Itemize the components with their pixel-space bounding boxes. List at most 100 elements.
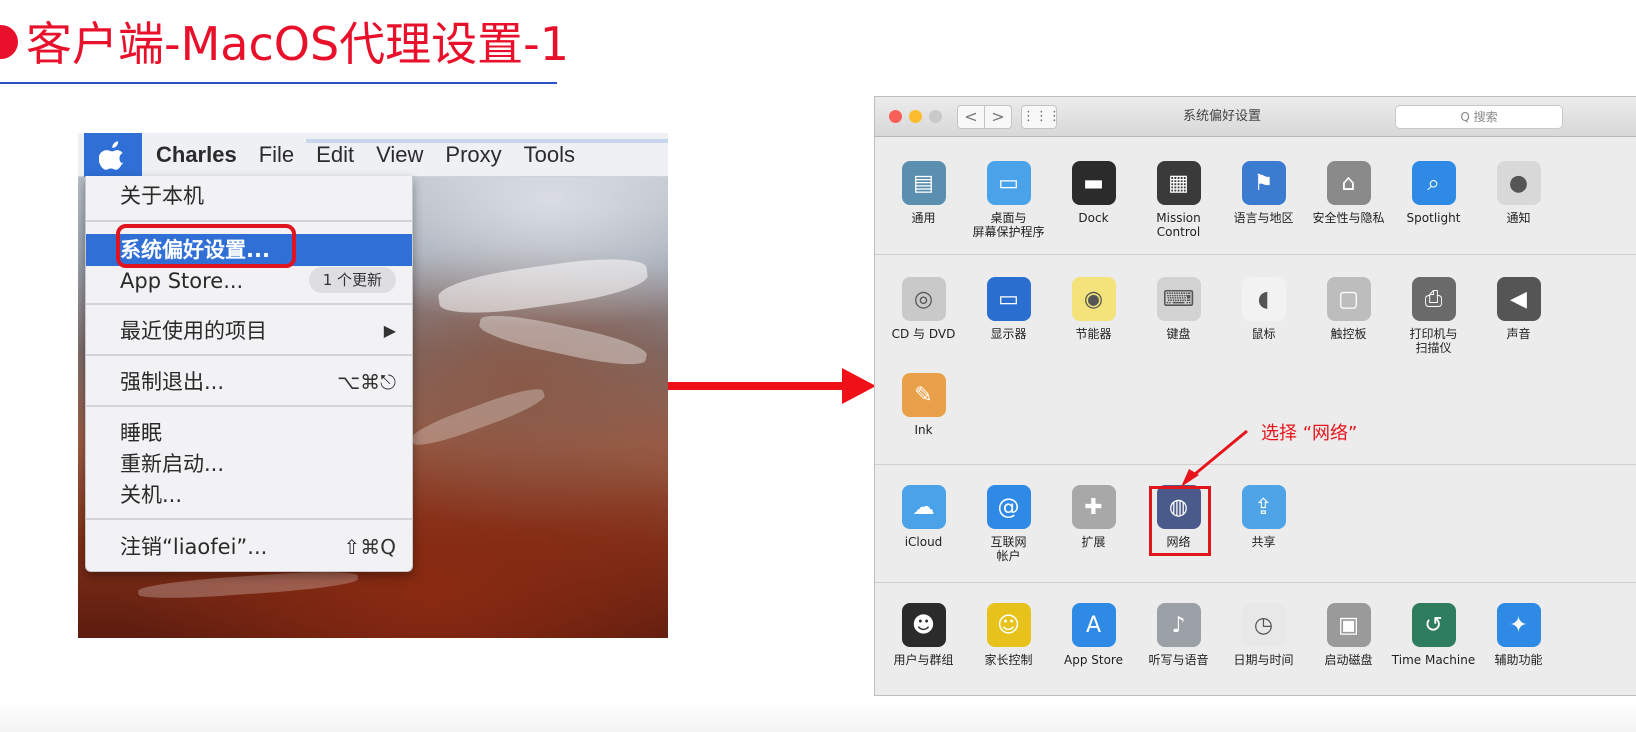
pref-pane-accessibility[interactable]: ✦ 辅助功能: [1476, 603, 1561, 667]
ink-icon: ✎: [901, 373, 946, 417]
icloud-icon: ☁: [901, 485, 946, 529]
pref-pane-users[interactable]: ☻ 用户与群组: [881, 603, 966, 667]
slide: 客户端-MacOS代理设置-1 Charles File Edit View P…: [0, 0, 1636, 732]
slide-title: 客户端-MacOS代理设置-1: [26, 17, 570, 71]
menu-item-recent[interactable]: 最近使用的项目 ▶: [86, 315, 412, 347]
pref-pane-mouse[interactable]: ◖ 鼠标: [1221, 277, 1306, 341]
menu-bar: Charles File Edit View Proxy Tools: [78, 133, 668, 177]
pref-pane-label: iCloud: [904, 535, 943, 549]
pref-pane-time-machine[interactable]: ↺ Time Machine: [1391, 603, 1476, 667]
pref-pane-appstore[interactable]: A App Store: [1051, 603, 1136, 667]
prefs-section-system: ☻ 用户与群组 ☺ 家长控制 A App Store ♪ 听写与语音 ◷ 日期与时间 ▣ 启动磁盘 ↺ T…: [875, 583, 1636, 695]
pref-pane-internet-accounts[interactable]: @ 互联网 帐户: [966, 485, 1051, 563]
flow-arrow-line: [668, 382, 846, 390]
pref-pane-label: 触控板: [1330, 327, 1367, 341]
display-icon: ▭: [986, 277, 1031, 321]
menu-item-recent-label: 最近使用的项目: [120, 319, 267, 343]
security-icon: ⌂: [1326, 161, 1371, 205]
pref-pane-label: 互联网 帐户: [990, 535, 1027, 563]
pref-pane-label: Spotlight: [1406, 211, 1461, 225]
cd-icon: ◎: [901, 277, 946, 321]
pref-pane-sound[interactable]: ◀ 声音: [1476, 277, 1561, 341]
pref-pane-mission-control[interactable]: ▦ Mission Control: [1136, 161, 1221, 239]
prefs-section-personal: ▤ 通用 ▭ 桌面与 屏幕保护程序 ▬ Dock ▦ Mission Control ⚑ 语言与地…: [875, 137, 1636, 255]
pref-pane-label: Mission Control: [1156, 211, 1201, 239]
force-quit-shortcut: ⌥⌘⎋: [337, 370, 396, 394]
search-input[interactable]: Q 搜索: [1395, 105, 1563, 129]
pref-pane-label: 键盘: [1166, 327, 1191, 341]
menu-separator: [86, 354, 412, 356]
pref-pane-startup-disk[interactable]: ▣ 启动磁盘: [1306, 603, 1391, 667]
menu-item-logout-label: 注销“liaofei”...: [120, 535, 268, 559]
pref-pane-language[interactable]: ⚑ 语言与地区: [1221, 161, 1306, 225]
highlight-ring: [116, 224, 296, 268]
energy-icon: ◉: [1071, 277, 1116, 321]
pref-pane-label: 安全性与隐私: [1312, 211, 1385, 225]
pref-pane-label: 鼠标: [1251, 327, 1276, 341]
menu-file[interactable]: File: [259, 142, 294, 168]
pref-pane-general[interactable]: ▤ 通用: [881, 161, 966, 225]
pref-pane-label: App Store: [1064, 653, 1123, 667]
pref-pane-label: 扩展: [1081, 535, 1106, 549]
apple-menu-button[interactable]: [84, 133, 142, 177]
dock-icon: ▬: [1071, 161, 1116, 205]
menu-item-shutdown[interactable]: 关机...: [86, 479, 412, 511]
menu-item-logout[interactable]: 注销“liaofei”... ⇧⌘Q: [86, 531, 412, 563]
pref-pane-extensions[interactable]: ✚ 扩展: [1051, 485, 1136, 549]
menu-item-restart[interactable]: 重新启动...: [86, 448, 412, 480]
pref-pane-label: 通知: [1506, 211, 1531, 225]
pref-pane-spotlight[interactable]: ⌕ Spotlight: [1391, 161, 1476, 225]
mission-control-icon: ▦: [1156, 161, 1201, 205]
pref-pane-icloud[interactable]: ☁ iCloud: [881, 485, 966, 549]
pref-pane-cd[interactable]: ◎ CD 与 DVD: [881, 277, 966, 341]
apple-menu-screenshot: Charles File Edit View Proxy Tools 关于本机 …: [78, 133, 668, 638]
menu-view[interactable]: View: [376, 142, 423, 168]
pref-pane-trackpad[interactable]: ▢ 触控板: [1306, 277, 1391, 341]
pref-pane-energy[interactable]: ◉ 节能器: [1051, 277, 1136, 341]
pref-pane-parental[interactable]: ☺ 家长控制: [966, 603, 1051, 667]
pref-pane-dock[interactable]: ▬ Dock: [1051, 161, 1136, 225]
pref-pane-ink[interactable]: ✎ Ink: [881, 373, 966, 437]
menu-item-force-quit[interactable]: 强制退出... ⌥⌘⎋: [86, 366, 412, 398]
wallpaper-snow: [408, 382, 548, 452]
menu-edit[interactable]: Edit: [316, 142, 354, 168]
pref-pane-label: 家长控制: [984, 653, 1033, 667]
network-highlight-box: [1149, 486, 1211, 556]
extensions-icon: ✚: [1071, 485, 1116, 529]
pref-pane-keyboard[interactable]: ⌨ 键盘: [1136, 277, 1221, 341]
desktop-icon: ▭: [986, 161, 1031, 205]
pref-pane-dictation[interactable]: ♪ 听写与语音: [1136, 603, 1221, 667]
keyboard-icon: ⌨: [1156, 277, 1201, 321]
menu-proxy[interactable]: Proxy: [445, 142, 501, 168]
pref-pane-label: 用户与群组: [893, 653, 954, 667]
printer-icon: ⎙: [1411, 277, 1456, 321]
menu-item-sleep[interactable]: 睡眠: [86, 417, 412, 449]
pref-pane-display[interactable]: ▭ 显示器: [966, 277, 1051, 341]
pref-pane-sharing[interactable]: ⇪ 共享: [1221, 485, 1306, 549]
pref-pane-datetime[interactable]: ◷ 日期与时间: [1221, 603, 1306, 667]
menu-item-app-store-label: App Store...: [120, 269, 244, 293]
pref-pane-notifications[interactable]: ● 通知: [1476, 161, 1561, 225]
menu-item-app-store[interactable]: App Store... 1 个更新: [86, 265, 412, 297]
menu-item-about[interactable]: 关于本机: [86, 180, 412, 212]
menu-tools[interactable]: Tools: [524, 142, 575, 168]
flow-arrow-head-icon: [842, 368, 876, 404]
pref-pane-desktop[interactable]: ▭ 桌面与 屏幕保护程序: [966, 161, 1051, 239]
pref-pane-label: 启动磁盘: [1324, 653, 1373, 667]
time-machine-icon: ↺: [1411, 603, 1456, 647]
parental-icon: ☺: [986, 603, 1031, 647]
pref-pane-label: CD 与 DVD: [891, 327, 956, 341]
menu-separator: [86, 405, 412, 407]
internet-accounts-icon: @: [986, 485, 1031, 529]
pref-pane-label: 日期与时间: [1233, 653, 1294, 667]
menu-charles[interactable]: Charles: [156, 142, 237, 168]
logout-shortcut: ⇧⌘Q: [343, 535, 397, 559]
pref-pane-label: Time Machine: [1391, 653, 1476, 667]
dictation-icon: ♪: [1156, 603, 1201, 647]
pref-pane-label: 打印机与 扫描仪: [1409, 327, 1458, 355]
pref-pane-security[interactable]: ⌂ 安全性与隐私: [1306, 161, 1391, 225]
select-network-note: 选择 “网络”: [1261, 423, 1358, 444]
menu-separator: [86, 303, 412, 305]
pref-pane-printer[interactable]: ⎙ 打印机与 扫描仪: [1391, 277, 1476, 355]
pref-pane-label: Dock: [1078, 211, 1109, 225]
